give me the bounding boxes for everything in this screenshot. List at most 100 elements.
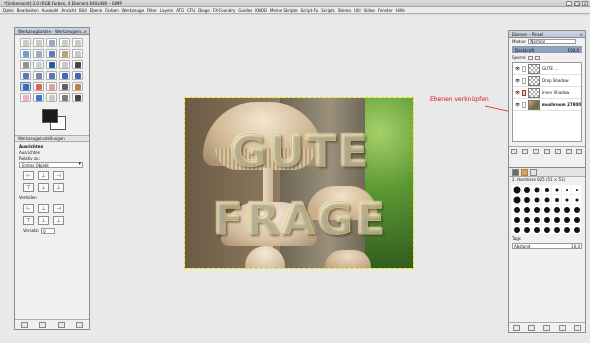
restore-options-icon[interactable]: [39, 321, 47, 328]
menu-item[interactable]: Video: [364, 8, 375, 13]
brush-cell[interactable]: [552, 215, 561, 224]
close-button[interactable]: ×: [582, 1, 588, 6]
menu-item[interactable]: Meine Skripte: [270, 8, 297, 13]
tool-button-icon[interactable]: [20, 49, 31, 58]
tool-button-icon[interactable]: [46, 49, 57, 58]
brush-cell[interactable]: [552, 185, 561, 194]
brush-cell[interactable]: [512, 225, 521, 234]
distribute-center-button[interactable]: ⊥: [38, 204, 49, 213]
brush-cell[interactable]: [522, 215, 531, 224]
tool-button-icon[interactable]: [59, 71, 70, 80]
tool-button-icon[interactable]: [59, 49, 70, 58]
brushes-tab-icon[interactable]: [512, 168, 519, 176]
gradients-tab-icon[interactable]: [530, 168, 537, 176]
tool-button-icon[interactable]: [59, 38, 70, 47]
menu-item[interactable]: Script-Fu: [301, 8, 319, 13]
tool-button-icon[interactable]: [72, 38, 83, 47]
brush-cell[interactable]: [542, 205, 551, 214]
distribute-top-button[interactable]: ⊤: [23, 216, 34, 225]
delete-brush-icon[interactable]: [558, 324, 566, 331]
tool-button-icon[interactable]: [72, 82, 83, 91]
tool-button-icon[interactable]: [46, 60, 57, 69]
menu-item[interactable]: Auswahl: [42, 8, 59, 13]
brush-cell[interactable]: [512, 215, 521, 224]
brush-cell[interactable]: [522, 195, 531, 204]
minimize-button[interactable]: _: [566, 1, 572, 6]
menu-item[interactable]: KNOD: [255, 8, 267, 13]
distribute-left-button[interactable]: ⊢: [23, 204, 34, 213]
menu-item[interactable]: Scripts: [321, 8, 335, 13]
relative-to-select[interactable]: Erstes Objekt: [19, 162, 83, 168]
eye-icon[interactable]: 👁: [515, 66, 520, 71]
brush-cell[interactable]: [532, 215, 541, 224]
layer-row[interactable]: 👁 mushroom 27800: [513, 99, 581, 111]
close-icon[interactable]: ×: [580, 31, 583, 37]
chain-link-icon[interactable]: [522, 65, 526, 72]
align-bottom-button[interactable]: ⊥: [53, 183, 64, 192]
eye-icon[interactable]: 👁: [515, 102, 520, 107]
brush-cell[interactable]: [532, 205, 541, 214]
brush-cell[interactable]: [512, 195, 521, 204]
tool-button-icon[interactable]: [59, 82, 70, 91]
close-icon[interactable]: ×: [84, 28, 87, 34]
brush-cell[interactable]: [522, 205, 531, 214]
tool-button-icon[interactable]: [46, 93, 57, 102]
brush-cell[interactable]: [562, 185, 571, 194]
brush-cell[interactable]: [542, 195, 551, 204]
tool-button-icon[interactable]: [72, 71, 83, 80]
new-brush-icon[interactable]: [528, 324, 536, 331]
brush-cell[interactable]: [532, 225, 541, 234]
tool-button-icon[interactable]: [72, 93, 83, 102]
eye-icon[interactable]: 👁: [515, 90, 520, 95]
lock-alpha-icon[interactable]: [535, 55, 541, 60]
menu-item[interactable]: Ebene: [90, 8, 103, 13]
anchor-layer-icon[interactable]: [565, 148, 572, 154]
menu-item[interactable]: Stereo: [338, 8, 351, 13]
menu-item[interactable]: Farben: [105, 8, 119, 13]
brush-cell[interactable]: [542, 185, 551, 194]
menu-item[interactable]: Werkzeuge: [122, 8, 144, 13]
chain-link-icon[interactable]: [522, 101, 526, 108]
tool-button-icon[interactable]: [20, 82, 31, 91]
delete-layer-icon[interactable]: [576, 148, 583, 154]
tool-button-icon[interactable]: [33, 71, 44, 80]
align-top-button[interactable]: ⊤: [23, 183, 34, 192]
chain-link-icon[interactable]: [522, 89, 526, 96]
brush-cell[interactable]: [532, 185, 541, 194]
tool-button-icon[interactable]: [46, 38, 57, 47]
save-options-icon[interactable]: [20, 321, 28, 328]
offset-input[interactable]: 0: [41, 228, 56, 234]
brush-cell[interactable]: [572, 185, 581, 194]
brush-cell[interactable]: [572, 205, 581, 214]
tool-button-icon[interactable]: [72, 60, 83, 69]
align-left-button[interactable]: ⊢: [23, 171, 34, 180]
brush-cell[interactable]: [572, 195, 581, 204]
maximize-button[interactable]: □: [574, 1, 580, 6]
brush-cell[interactable]: [552, 195, 561, 204]
lower-layer-icon[interactable]: [543, 148, 550, 154]
menu-item[interactable]: Hilfe: [396, 8, 405, 13]
layer-row[interactable]: 👁 GUTE ...: [513, 63, 581, 75]
brush-cell[interactable]: [512, 185, 521, 194]
raise-layer-icon[interactable]: [533, 148, 540, 154]
foreground-color-swatch[interactable]: [42, 109, 58, 123]
tool-button-icon[interactable]: [33, 38, 44, 47]
layer-row[interactable]: 👁 Inner Shadow: [513, 87, 581, 99]
distribute-middle-button[interactable]: ⊥: [38, 216, 49, 225]
layer-row[interactable]: 👁 Drop Shadow: [513, 75, 581, 87]
tool-button-icon[interactable]: [46, 82, 57, 91]
chain-link-icon[interactable]: [522, 77, 526, 84]
spacing-field[interactable]: Abstand 10,0: [512, 243, 582, 249]
new-group-icon[interactable]: [522, 148, 529, 154]
menu-item[interactable]: Bearbeiten: [17, 8, 39, 13]
brush-cell[interactable]: [542, 225, 551, 234]
lock-pixels-icon[interactable]: [528, 55, 534, 60]
tool-button-icon[interactable]: [33, 82, 44, 91]
menu-item[interactable]: Filter: [147, 8, 157, 13]
distribute-right-button[interactable]: ⊣: [53, 204, 64, 213]
menu-item[interactable]: Util: [354, 8, 361, 13]
tool-button-icon[interactable]: [59, 93, 70, 102]
tool-button-icon[interactable]: [33, 49, 44, 58]
brush-cell[interactable]: [512, 205, 521, 214]
tool-button-icon[interactable]: [59, 60, 70, 69]
